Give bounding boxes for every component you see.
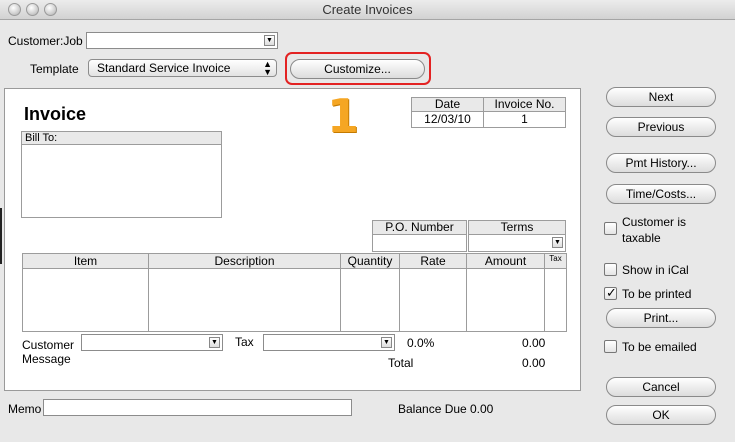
column-tax: Tax <box>544 254 566 331</box>
customer-message-label-line2: Message <box>22 352 71 366</box>
memo-label: Memo <box>8 402 42 416</box>
customer-taxable-label-line2: taxable <box>622 231 661 245</box>
up-down-arrows-icon: ▲ ▼ <box>263 59 272 77</box>
invoice-title: Invoice <box>24 104 87 124</box>
template-label: Template <box>30 62 79 76</box>
date-field[interactable]: 12/03/10 <box>411 111 484 128</box>
column-header-item: Item <box>73 254 98 268</box>
column-amount: Amount <box>466 254 544 331</box>
balance-due-value: 0.00 <box>470 402 494 416</box>
window-edge-marker <box>0 208 2 264</box>
customer-message-label-line1: Customer <box>22 338 75 352</box>
column-header-description: Description <box>214 254 275 268</box>
pmt-history-button[interactable]: Pmt History... <box>606 153 716 173</box>
customer-taxable-label-line1: Customer is <box>622 215 687 229</box>
chevron-down-icon[interactable]: ▼ <box>264 35 275 46</box>
chevron-down-icon[interactable]: ▼ <box>381 337 392 348</box>
to-be-emailed-checkbox[interactable] <box>604 340 617 353</box>
time-costs-button[interactable]: Time/Costs... <box>606 184 716 204</box>
window-title: Create Invoices <box>322 2 413 17</box>
previous-button[interactable]: Previous <box>606 117 716 137</box>
customer-taxable-checkbox[interactable] <box>604 222 617 235</box>
column-header-quantity: Quantity <box>347 254 393 268</box>
customize-highlight <box>285 52 431 85</box>
column-quantity: Quantity <box>340 254 399 331</box>
bill-to-label: Bill To: <box>22 132 221 145</box>
next-button[interactable]: Next <box>606 87 716 107</box>
ok-button[interactable]: OK <box>606 405 716 425</box>
date-header: Date <box>411 97 484 112</box>
po-number-header: P.O. Number <box>372 220 467 235</box>
total-value: 0.00 <box>522 356 546 370</box>
show-in-ical-label: Show in iCal <box>622 263 689 277</box>
show-in-ical-checkbox[interactable] <box>604 263 617 276</box>
terms-header: Terms <box>468 220 566 235</box>
invoice-form: Invoice 1 Date Invoice No. 12/03/10 1 Bi… <box>4 88 581 391</box>
invoice-no-field[interactable]: 1 <box>483 111 566 128</box>
checkmark-icon: ✓ <box>606 285 617 300</box>
po-number-field[interactable] <box>372 234 467 252</box>
column-header-rate: Rate <box>420 254 446 268</box>
tax-rate: 0.0% <box>407 336 435 350</box>
template-value: Standard Service Invoice <box>97 61 231 75</box>
tax-combo[interactable]: ▼ <box>263 334 395 351</box>
line-items-table: Item Description Quantity Rate Amount Ta… <box>22 253 567 332</box>
chevron-down-icon[interactable]: ▼ <box>552 237 563 248</box>
column-header-tax: Tax <box>549 254 562 263</box>
step-number-annotation: 1 <box>327 89 360 143</box>
template-select[interactable]: Standard Service Invoice ▲ ▼ <box>88 59 277 77</box>
print-button[interactable]: Print... <box>606 308 716 328</box>
customer-message-combo[interactable]: ▼ <box>81 334 223 351</box>
to-be-emailed-label: To be emailed <box>622 340 697 354</box>
customer-job-combo[interactable]: ▼ <box>86 32 278 49</box>
balance-due-label: Balance Due <box>398 402 467 416</box>
tax-amount: 0.00 <box>522 336 546 350</box>
total-label: Total <box>388 356 414 370</box>
terms-combo[interactable]: ▼ <box>468 234 566 252</box>
title-bar: Create Invoices <box>0 0 735 20</box>
memo-field[interactable] <box>43 399 352 416</box>
to-be-printed-checkbox[interactable]: ✓ <box>604 285 617 300</box>
invoice-no-header: Invoice No. <box>483 97 566 112</box>
tax-label: Tax <box>235 335 254 349</box>
to-be-printed-label: To be printed <box>622 287 692 301</box>
column-description: Description <box>148 254 340 331</box>
customer-job-label: Customer:Job <box>8 34 83 48</box>
bill-to-box[interactable]: Bill To: <box>21 131 222 218</box>
column-rate: Rate <box>399 254 466 331</box>
cancel-button[interactable]: Cancel <box>606 377 716 397</box>
column-header-amount: Amount <box>484 254 527 268</box>
chevron-down-icon[interactable]: ▼ <box>209 337 220 348</box>
